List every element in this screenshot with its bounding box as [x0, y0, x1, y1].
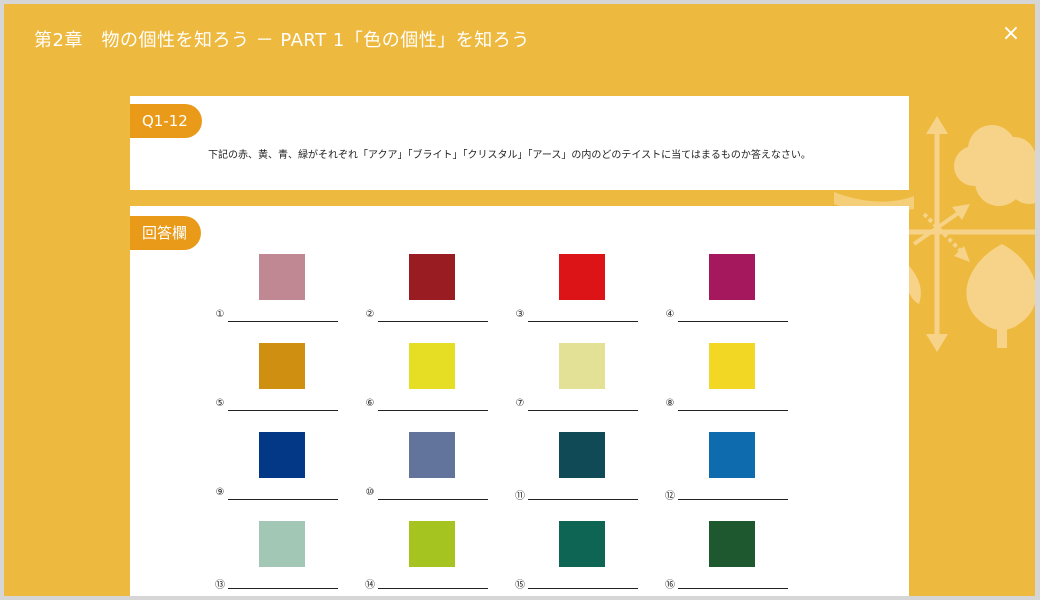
dialog-frame: 第2章 物の個性を知ろう － PART 1「色の個性」を知ろう × Q1-12 … — [4, 4, 1035, 596]
item-number: ⑩ — [365, 487, 375, 498]
item-number: ⑯ — [665, 580, 675, 591]
item-number: ④ — [665, 309, 675, 320]
close-icon[interactable]: × — [1001, 23, 1021, 45]
answer-item: ⑬ — [215, 521, 348, 596]
answer-item: ⑨ — [216, 432, 348, 512]
answer-blank-line[interactable] — [228, 410, 338, 411]
color-swatch — [259, 254, 305, 300]
answer-blank-line[interactable] — [528, 321, 638, 322]
question-text: 下記の赤、黄、青、緑がそれぞれ「アクア」「ブライト」「クリスタル」「アース」の内… — [208, 150, 811, 161]
color-swatch — [709, 521, 755, 567]
item-number: ⑫ — [665, 491, 675, 502]
item-number: ⑪ — [515, 491, 525, 502]
answer-blank-line[interactable] — [378, 499, 488, 500]
item-number: ⑧ — [665, 398, 675, 409]
answer-blank-line[interactable] — [528, 499, 638, 500]
answer-item: ⑧ — [666, 343, 798, 423]
answer-item: ⑯ — [665, 521, 798, 596]
answer-tag: 回答欄 — [130, 216, 202, 250]
answer-item: ① — [216, 254, 348, 334]
answer-item: ② — [366, 254, 498, 334]
color-swatch — [559, 521, 605, 567]
answer-item: ⑮ — [515, 521, 648, 596]
item-number: ⑦ — [515, 398, 525, 409]
answer-blank-line[interactable] — [228, 588, 338, 589]
answer-blank-line[interactable] — [678, 499, 788, 500]
color-swatch — [409, 432, 455, 478]
item-number: ⑨ — [215, 487, 225, 498]
answer-item: ⑥ — [366, 343, 498, 423]
item-number: ① — [215, 309, 225, 320]
color-swatch — [709, 343, 755, 389]
answer-item: ⑦ — [516, 343, 648, 423]
answer-item: ⑤ — [216, 343, 348, 423]
answer-card: 回答欄 ① ② ③ ④ ⑤ ⑥ ⑦ ⑧ ⑨ ⑩ ⑪ ⑫ ⑬ ⑭ ⑮ ⑯ — [130, 206, 909, 596]
answer-blank-line[interactable] — [678, 588, 788, 589]
question-card: Q1-12 下記の赤、黄、青、緑がそれぞれ「アクア」「ブライト」「クリスタル」「… — [130, 96, 909, 190]
answer-blank-line[interactable] — [678, 321, 788, 322]
item-number: ⑤ — [215, 398, 225, 409]
color-swatch — [259, 343, 305, 389]
item-number: ③ — [515, 309, 525, 320]
color-swatch — [709, 254, 755, 300]
color-swatch — [559, 343, 605, 389]
color-swatch — [559, 432, 605, 478]
answer-item: ③ — [516, 254, 648, 334]
answer-item: ⑭ — [365, 521, 498, 596]
answer-item: ⑫ — [665, 432, 798, 512]
item-number: ⑥ — [365, 398, 375, 409]
item-number: ② — [365, 309, 375, 320]
item-number: ⑬ — [215, 580, 225, 591]
answer-blank-line[interactable] — [528, 410, 638, 411]
answer-blank-line[interactable] — [378, 588, 488, 589]
answer-blank-line[interactable] — [228, 321, 338, 322]
color-swatch — [259, 432, 305, 478]
answer-item: ⑩ — [366, 432, 498, 512]
color-swatch — [409, 343, 455, 389]
color-swatch — [259, 521, 305, 567]
color-swatch — [709, 432, 755, 478]
color-swatch — [409, 254, 455, 300]
answer-blank-line[interactable] — [378, 410, 488, 411]
question-tag: Q1-12 — [130, 104, 202, 138]
color-swatch — [559, 254, 605, 300]
page-title: 第2章 物の個性を知ろう － PART 1「色の個性」を知ろう — [34, 30, 530, 51]
answer-item: ⑪ — [515, 432, 648, 512]
color-swatch — [409, 521, 455, 567]
answer-blank-line[interactable] — [228, 499, 338, 500]
answer-blank-line[interactable] — [678, 410, 788, 411]
answer-blank-line[interactable] — [378, 321, 488, 322]
item-number: ⑮ — [515, 580, 525, 591]
item-number: ⑭ — [365, 580, 375, 591]
answer-blank-line[interactable] — [528, 588, 638, 589]
answer-item: ④ — [666, 254, 798, 334]
